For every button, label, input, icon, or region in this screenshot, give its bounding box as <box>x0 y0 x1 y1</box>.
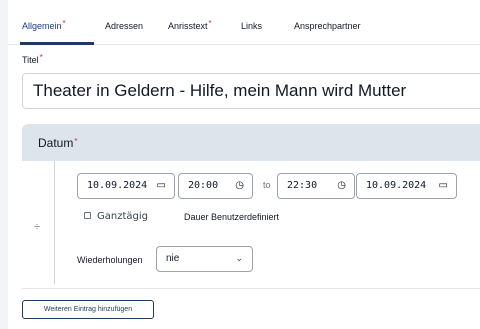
custom-duration-link[interactable]: Dauer Benutzerdefiniert <box>184 212 279 222</box>
repeat-select[interactable]: nie ⌄ <box>156 246 253 272</box>
all-day-option: Ganztägig <box>84 211 148 222</box>
tab-label: Anrisstext <box>168 21 208 31</box>
add-entry-button[interactable]: Weiteren Eintrag hinzufügen <box>22 300 154 319</box>
repeat-value: nie <box>166 253 180 264</box>
drag-column: ÷ <box>22 161 55 284</box>
tab-ansprechpartner[interactable]: Ansprechpartner <box>294 21 361 31</box>
start-time-value: 20:00 <box>188 180 219 191</box>
start-time-input[interactable]: 20:00 ◷ <box>178 173 253 199</box>
required-marker: * <box>62 19 66 28</box>
range-separator: to <box>263 180 271 190</box>
calendar-icon[interactable]: ▭ <box>439 174 448 198</box>
tab-label: Links <box>241 21 263 31</box>
datum-label-text: Datum <box>38 136 74 150</box>
calendar-icon[interactable]: ▭ <box>157 174 166 198</box>
tab-label: Allgemein <box>22 21 62 31</box>
end-date-input[interactable]: 10.09.2024 ▭ <box>356 173 457 199</box>
required-marker: * <box>208 19 212 28</box>
clock-icon[interactable]: ◷ <box>235 174 244 198</box>
editor-card: Allgemein* Adressen Anrisstext* Links An… <box>8 0 480 329</box>
tab-allgemein[interactable]: Allgemein* <box>22 19 66 31</box>
title-label-text: Titel <box>22 55 39 65</box>
required-marker: * <box>39 53 43 62</box>
end-date-value: 10.09.2024 <box>366 180 427 191</box>
end-time-input[interactable]: 22:30 ◷ <box>277 173 355 199</box>
datum-entry: ÷ 10.09.2024 ▭ 20:00 ◷ to 22:30 ◷ 10.09.… <box>22 161 480 289</box>
end-time-value: 22:30 <box>287 180 318 191</box>
title-label: Titel* <box>22 53 43 65</box>
active-tab-indicator <box>20 42 94 45</box>
chevron-down-icon: ⌄ <box>235 254 243 264</box>
tab-links[interactable]: Links <box>241 21 262 31</box>
tab-anrisstext[interactable]: Anrisstext* <box>168 19 212 31</box>
repeat-label: Wiederholungen <box>77 255 143 265</box>
clock-icon[interactable]: ◷ <box>337 174 346 198</box>
start-date-input[interactable]: 10.09.2024 ▭ <box>77 173 175 199</box>
start-date-value: 10.09.2024 <box>87 180 148 191</box>
tab-adressen[interactable]: Adressen <box>105 21 143 31</box>
all-day-label: Ganztägig <box>97 211 148 222</box>
title-input[interactable]: Theater in Geldern - Hilfe, mein Mann wi… <box>22 73 480 109</box>
datum-section-header: Datum* <box>22 124 480 161</box>
all-day-checkbox[interactable] <box>84 212 91 219</box>
tab-label: Ansprechpartner <box>294 21 361 31</box>
required-marker: * <box>74 137 78 146</box>
drag-handle-icon[interactable]: ÷ <box>34 221 40 233</box>
tab-label: Adressen <box>105 21 144 31</box>
datum-label: Datum* <box>38 136 77 150</box>
tab-bar: Allgemein* Adressen Anrisstext* Links An… <box>8 0 480 45</box>
